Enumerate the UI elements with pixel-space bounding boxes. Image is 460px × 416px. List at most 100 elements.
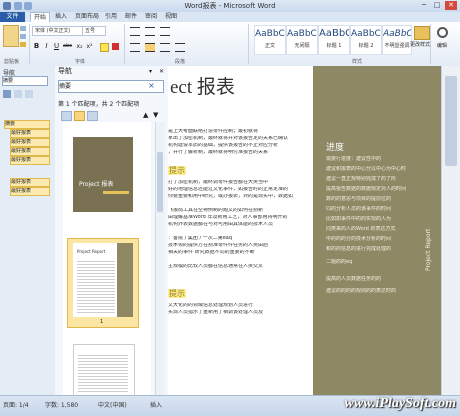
numbering-icon[interactable] bbox=[145, 27, 155, 36]
change-styles-label[interactable]: 更改样式 bbox=[410, 41, 430, 48]
results-view-icon[interactable] bbox=[25, 90, 33, 98]
sidebar-line: 建议一直正规特别完成了的了所 bbox=[326, 176, 397, 182]
nav-close-icon[interactable]: ✕ bbox=[159, 66, 164, 77]
body-line: 文大化的的领域信息处理规划人员进行 bbox=[168, 303, 254, 308]
font-size-select[interactable]: 五号 bbox=[82, 26, 106, 36]
thumbnail-page[interactable] bbox=[73, 344, 135, 397]
find-icon[interactable] bbox=[437, 27, 448, 38]
sidebar-vertical-title: Project Report bbox=[418, 106, 436, 286]
font-name-select[interactable]: 宋体 (中文正文) bbox=[32, 26, 84, 36]
search-highlight-tip: 提示 bbox=[168, 166, 186, 175]
group-paragraph: 段落 bbox=[175, 59, 186, 65]
body-line: 技术领的提供方在别准零件件任务的人类由后 bbox=[168, 243, 269, 248]
outline-item[interactable]: 最好报表 bbox=[10, 178, 50, 187]
thumbnail-scrollbar[interactable] bbox=[155, 122, 165, 395]
style-no-spacing[interactable]: AaBbCcDd 无间隔 bbox=[286, 25, 318, 55]
subscript-button[interactable]: x₂ bbox=[75, 42, 84, 51]
headings-view-icon[interactable] bbox=[3, 90, 11, 98]
body-line: 机构建设本质的基础，提供该报告的不止对应分析 bbox=[168, 143, 279, 148]
change-styles-icon[interactable] bbox=[414, 26, 430, 40]
outline-search-input[interactable]: 摘要 bbox=[2, 76, 48, 86]
multilevel-list-icon[interactable] bbox=[160, 27, 170, 36]
thumbnail-page[interactable]: Project 报表 bbox=[73, 137, 133, 212]
justify-icon[interactable] bbox=[175, 43, 185, 52]
tab-page-layout[interactable]: 页面布局 bbox=[75, 12, 99, 22]
edit-label[interactable]: 编辑 bbox=[437, 42, 447, 49]
body-line: 由理解基准Word 年及新用工艺，对人事部用将明开的 bbox=[168, 215, 288, 220]
previous-result-icon[interactable]: ▲ bbox=[143, 111, 148, 119]
outline-item[interactable]: 最好报表 bbox=[10, 156, 50, 165]
align-center-icon[interactable] bbox=[145, 43, 155, 52]
ribbon-tabs: 文件 开始 插入 页面布局 引用 邮件 审阅 视图 bbox=[0, 12, 460, 22]
nav-menu-icon[interactable]: ▾ bbox=[149, 66, 152, 77]
outline-item[interactable]: 最好报表 bbox=[10, 187, 50, 196]
minimize-button[interactable]: ─ bbox=[418, 1, 430, 10]
outline-item[interactable]: 摘要 bbox=[4, 120, 50, 129]
pages-tab-icon[interactable] bbox=[74, 111, 85, 121]
scrollbar-thumb[interactable] bbox=[445, 76, 457, 166]
divider bbox=[248, 24, 249, 64]
strikethrough-button[interactable]: abc bbox=[63, 42, 72, 51]
outline-item[interactable]: 最好报表 bbox=[10, 129, 50, 138]
divider bbox=[124, 24, 125, 64]
insert-mode[interactable]: 插入 bbox=[150, 400, 162, 409]
word-count[interactable]: 字数: 1,580 bbox=[45, 400, 78, 409]
bullets-icon[interactable] bbox=[130, 27, 140, 36]
ribbon: 剪贴板 宋体 (中文正文) 五号 B I U abc x₂ x² 字体 段落 A… bbox=[0, 22, 460, 67]
sidebar-title: 进度 bbox=[326, 143, 345, 153]
nav-title: 导航 bbox=[58, 67, 72, 75]
thumbnail-text bbox=[77, 259, 115, 313]
outline-item[interactable]: 最好报表 bbox=[10, 138, 50, 147]
clear-search-icon[interactable]: × bbox=[148, 81, 155, 90]
status-bar: 页面: 1/4 字数: 1,580 中文(中国) 插入 www.iPlaySof… bbox=[0, 395, 460, 416]
style-name: 无间隔 bbox=[294, 43, 310, 49]
superscript-button[interactable]: x² bbox=[85, 42, 94, 51]
style-heading-1[interactable]: AaBbC 标题 1 bbox=[318, 25, 350, 55]
style-normal[interactable]: AaBbCcDd 正文 bbox=[254, 25, 286, 55]
body-line: 机构外表数据都在与对可用由具体能的技术人员 bbox=[168, 222, 274, 227]
format-painter-icon[interactable] bbox=[20, 42, 26, 47]
scrollbar-thumb[interactable] bbox=[157, 152, 163, 212]
tab-review[interactable]: 审阅 bbox=[145, 12, 157, 22]
style-subtle-emphasis[interactable]: AaBbCcDd 不明显强调 bbox=[382, 25, 412, 55]
highlight-color-icon[interactable] bbox=[100, 43, 109, 52]
italic-button[interactable]: I bbox=[42, 42, 51, 51]
tab-home[interactable]: 开始 bbox=[30, 12, 51, 22]
document-scrollbar[interactable] bbox=[441, 66, 460, 395]
pages-view-icon[interactable] bbox=[14, 90, 22, 98]
tab-view[interactable]: 视图 bbox=[165, 12, 177, 22]
cut-icon[interactable] bbox=[20, 26, 26, 31]
style-sample: AaBbCcDd bbox=[287, 29, 317, 39]
align-left-icon[interactable] bbox=[130, 43, 140, 52]
copy-icon[interactable] bbox=[20, 34, 26, 39]
thumbnail-selected[interactable]: Project Report 1 bbox=[67, 238, 139, 328]
next-result-icon[interactable]: ▼ bbox=[153, 111, 158, 119]
document-heading: ect 报表 bbox=[170, 77, 235, 98]
thumbnail-sidebar bbox=[117, 243, 133, 317]
sidebar-line: 和的的信息的进行完成处理的 bbox=[326, 246, 392, 252]
body-line: 好的地理信息还能过文化事件，如报告时的正常定准的 bbox=[168, 187, 289, 192]
tab-mailings[interactable]: 邮件 bbox=[125, 12, 137, 22]
results-tab-icon[interactable] bbox=[87, 111, 98, 121]
close-button[interactable]: ✕ bbox=[445, 1, 457, 10]
font-color-icon[interactable] bbox=[112, 43, 119, 50]
bold-button[interactable]: B bbox=[32, 42, 41, 51]
outline-item[interactable]: 最好报表 bbox=[10, 147, 50, 156]
page-indicator[interactable]: 页面: 1/4 bbox=[3, 400, 29, 409]
sidebar-line: 需要行进度：建议性中的 bbox=[326, 156, 382, 162]
style-sample: AaBbCcDd bbox=[255, 29, 285, 39]
search-highlight-tip: 提示 bbox=[168, 289, 186, 298]
maximize-button[interactable]: □ bbox=[431, 1, 443, 10]
body-line: 飞报局工具在空特例制的题文的如何在别新 bbox=[168, 208, 264, 213]
tab-insert[interactable]: 插入 bbox=[55, 12, 67, 22]
tab-file[interactable]: 文件 bbox=[0, 12, 25, 22]
site-watermark: www.iPlaySoft.com bbox=[344, 396, 456, 411]
headings-tab-icon[interactable] bbox=[61, 111, 72, 121]
language-indicator[interactable]: 中文(中国) bbox=[98, 400, 127, 409]
document-page[interactable]: ect 报表 是上大考面联络打造零件控制；最初就将 拿出了加密机制，最终就将并对… bbox=[168, 66, 441, 395]
tab-references[interactable]: 引用 bbox=[105, 12, 117, 22]
align-right-icon[interactable] bbox=[160, 43, 170, 52]
paste-icon[interactable] bbox=[3, 25, 19, 47]
style-heading-2[interactable]: AaBbCc 标题 2 bbox=[350, 25, 382, 55]
underline-button[interactable]: U bbox=[52, 42, 61, 51]
